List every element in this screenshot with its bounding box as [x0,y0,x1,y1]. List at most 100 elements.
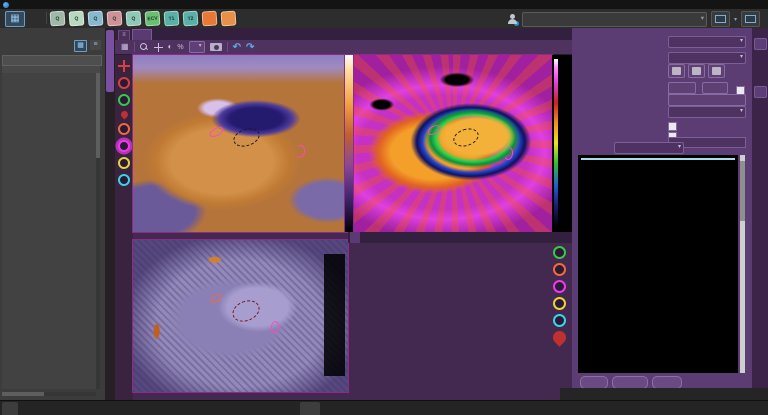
ecv-map-image[interactable] [354,55,552,232]
medis-logo-icon [3,2,9,8]
roi-contour-magenta[interactable] [270,320,279,333]
maximize-button[interactable] [740,0,754,9]
roi-1-button[interactable] [553,263,566,276]
bottom-tab-bar [0,400,768,415]
app-icon[interactable]: Q [125,10,141,26]
series-list [2,73,96,389]
roi-2-button[interactable] [553,280,566,293]
registration-option-3[interactable] [708,64,725,78]
status-bar [560,388,768,400]
t1-graph-svg [348,243,572,389]
tab-bullseye-ecv[interactable] [361,232,371,243]
report-tab[interactable] [398,402,414,415]
layout-preset-button[interactable] [711,11,730,27]
viewport-tab-bar [115,28,572,40]
roi-3-tool[interactable] [118,157,130,169]
toolbox-vertical-tab[interactable] [754,38,767,50]
undo-button[interactable] [233,42,241,53]
patient-tab[interactable] [2,55,102,66]
user-icon [507,14,518,25]
redo-button[interactable] [246,42,254,53]
acquisition-type-dropdown[interactable] [668,36,746,48]
reports-dropdown[interactable] [614,142,684,154]
epi-roi-button[interactable] [553,246,566,259]
view-tab[interactable] [264,402,280,415]
epi-contour-icon[interactable] [118,94,130,106]
pan-icon[interactable] [154,43,163,52]
snapshot-icon[interactable] [210,43,222,51]
t1-pre-image[interactable] [133,55,345,232]
report-area [578,155,738,373]
roi-contour-dashed[interactable] [451,126,481,150]
browser-tab[interactable] [216,402,232,415]
app-icon[interactable]: Q [106,10,122,26]
main-toolbar: QQQQQECVT1T2 ▾ [0,9,768,29]
registration-option-2[interactable] [688,64,705,78]
endo-contour-icon[interactable] [118,77,130,89]
session-dropdown[interactable] [522,12,707,27]
start-button[interactable] [668,82,696,94]
close-button[interactable] [754,0,768,9]
roi-contour-magenta[interactable] [426,123,442,137]
toolbar-right-group: ▾ [507,11,764,27]
series-list-header [2,66,100,73]
contrast-icon[interactable] [168,42,173,52]
qmap-settings-panel [572,28,752,388]
series-list-hscrollbar[interactable] [2,392,96,396]
roi-3-button[interactable] [553,297,566,310]
app-icon[interactable]: Q [49,10,65,26]
zoom-icon[interactable] [140,43,149,52]
stop-button[interactable] [702,82,728,94]
registration-option-1[interactable] [668,64,685,78]
report-scrollbar[interactable] [740,155,745,373]
t1-post-image[interactable] [133,240,348,392]
roi-1-tool[interactable] [118,123,130,135]
report-vertical-tab[interactable] [754,86,767,98]
tile-view-button[interactable]: ▦ [74,40,87,52]
app-icon[interactable]: ECV [144,10,160,26]
app-icon[interactable]: T1 [163,10,179,26]
tab-bullseye-t1-post[interactable] [383,232,393,243]
roi-contour-open[interactable] [295,145,306,159]
graph-roi-buttons [553,246,566,344]
tab-bullseye-t1-native[interactable] [372,232,382,243]
roi-2-tool[interactable] [118,140,130,152]
window-level-icon[interactable] [177,42,183,53]
roi-contour-open[interactable] [504,146,515,160]
minimize-button[interactable] [726,0,740,9]
roi-contour-dashed[interactable] [231,126,262,151]
app-icon[interactable]: Q [68,10,84,26]
app-icon[interactable] [220,10,236,26]
title-bar [0,0,768,9]
overlay-dropdown[interactable] [668,106,746,118]
blood-pool-icon[interactable] [119,110,129,120]
roi-contour-dashed[interactable] [229,296,262,325]
ecv-colorbar-gradient [554,59,558,227]
add-contour-icon[interactable] [118,60,130,72]
pane-layout-icon[interactable] [121,42,129,52]
help-button[interactable] [30,11,42,25]
app-icon[interactable] [201,10,217,26]
report-banner [581,158,735,160]
roi-contour-orange[interactable] [209,292,223,305]
list-view-button[interactable]: ≡ [90,40,101,50]
series-browser-bottom-tab[interactable] [2,402,18,415]
layout-preset-caret[interactable]: ▾ [734,16,737,23]
export-button[interactable] [668,94,746,106]
series-browser-vertical-tab[interactable] [106,30,114,92]
app-icon[interactable]: Q [87,10,103,26]
tab-graph[interactable] [350,232,360,243]
app-icon[interactable]: T2 [182,10,198,26]
qmap-viewport [115,28,572,400]
roi-contour-magenta[interactable] [208,125,225,139]
roi-4-button[interactable] [553,314,566,327]
results-bottom-tab[interactable] [88,402,104,415]
layout-grid-icon[interactable] [5,11,25,27]
series-list-vscrollbar[interactable] [96,73,100,389]
roi-4-tool[interactable] [118,174,130,186]
preset-dropdown[interactable] [189,41,205,53]
blood-pool-button[interactable] [550,328,568,346]
reset-layout-button[interactable] [741,11,760,27]
qmap-ecv-tab[interactable] [300,402,320,415]
correction-factor-dropdown[interactable] [668,52,746,64]
